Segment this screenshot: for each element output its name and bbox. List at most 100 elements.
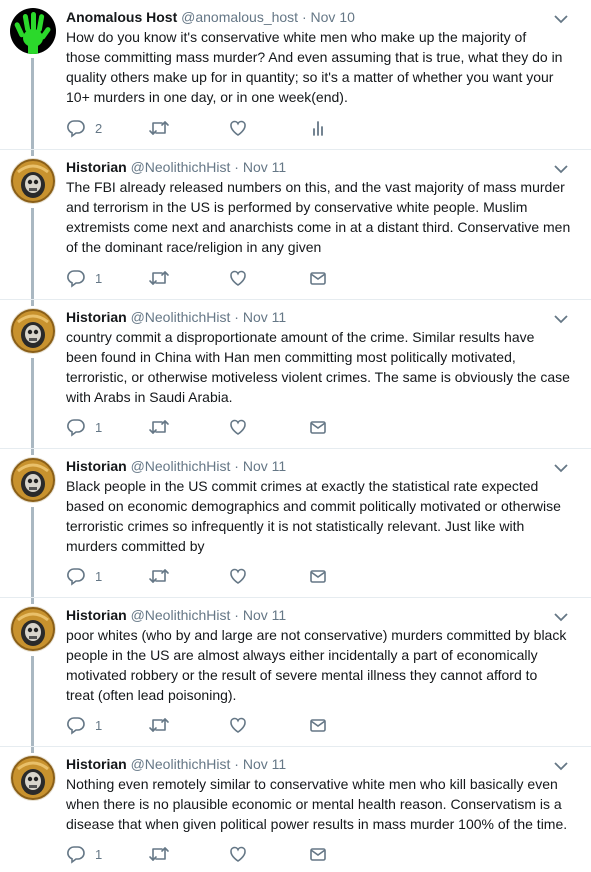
avatar[interactable]	[10, 755, 56, 801]
reply-count: 1	[95, 419, 103, 435]
analytics-button[interactable]	[308, 118, 328, 138]
user-handle[interactable]: @NeolithichHist	[131, 756, 231, 772]
thread-connector	[31, 656, 34, 747]
tweet-line: been found in China with Han men committ…	[66, 349, 516, 365]
analytics-icon	[313, 121, 323, 136]
tweet-line: those committing mass murder? And even a…	[66, 49, 563, 65]
retweet-icon	[149, 569, 169, 583]
display-name[interactable]: Historian	[66, 458, 127, 474]
retweet-button[interactable]	[148, 844, 170, 864]
retweet-button[interactable]	[148, 417, 170, 437]
tweet-date[interactable]: Nov 11	[243, 309, 286, 325]
display-name[interactable]: Anomalous Host	[66, 9, 177, 25]
avatar[interactable]	[10, 158, 56, 204]
thread-connector	[31, 58, 34, 150]
like-button[interactable]	[228, 118, 248, 138]
tweet-actions: 2	[66, 118, 366, 138]
chevron-down-icon[interactable]	[553, 14, 569, 24]
avatar[interactable]	[10, 457, 56, 503]
like-button[interactable]	[228, 566, 248, 586]
chevron-down-icon[interactable]	[553, 164, 569, 174]
reply-button[interactable]: 1	[66, 268, 102, 288]
tweet-divider	[0, 299, 591, 300]
tweet-divider	[0, 149, 591, 150]
user-handle[interactable]: @NeolithichHist	[131, 309, 231, 325]
chevron-down-icon[interactable]	[553, 463, 569, 473]
thread-connector	[31, 598, 34, 604]
display-name[interactable]: Historian	[66, 607, 127, 623]
chevron-down-icon[interactable]	[553, 314, 569, 324]
conversation-thread: Anomalous Host @anomalous_host · Nov 10 …	[0, 0, 591, 872]
reply-button[interactable]: 2	[66, 118, 102, 138]
avatar[interactable]	[10, 8, 56, 54]
like-button[interactable]	[228, 268, 248, 288]
tweet-text: country commit a disproportionate amount…	[66, 327, 576, 407]
tweet-date[interactable]: Nov 11	[243, 458, 286, 474]
tweet-text: The FBI already released numbers on this…	[66, 177, 576, 257]
astronaut-skull-avatar-icon	[10, 457, 56, 503]
tweet-header: Historian @NeolithichHist · Nov 11	[66, 308, 286, 326]
reply-button[interactable]: 1	[66, 566, 102, 586]
reply-icon	[67, 717, 85, 735]
tweet-date[interactable]: Nov 11	[243, 756, 286, 772]
direct-message-button[interactable]	[308, 844, 328, 864]
thread-connector	[31, 358, 34, 449]
tweet-actions: 1	[66, 715, 366, 735]
display-name[interactable]: Historian	[66, 756, 127, 772]
tweet-line: of the dominant race/religion in any giv…	[66, 239, 322, 255]
reply-count: 1	[95, 568, 103, 584]
reply-button[interactable]: 1	[66, 844, 102, 864]
user-handle[interactable]: @NeolithichHist	[131, 159, 231, 175]
tweet-text: How do you know it's conservative white …	[66, 27, 576, 107]
tweet[interactable]: Historian @NeolithichHist · Nov 11 count…	[0, 300, 591, 449]
tweet-date[interactable]: Nov 11	[243, 607, 286, 623]
heart-icon	[230, 270, 246, 286]
thread-connector	[31, 300, 34, 306]
tweet-text: Black people in the US commit crimes at …	[66, 476, 576, 556]
tweet-line: poor whites (who by and large are not co…	[66, 627, 567, 643]
astronaut-skull-avatar-icon	[10, 755, 56, 801]
display-name[interactable]: Historian	[66, 309, 127, 325]
display-name[interactable]: Historian	[66, 159, 127, 175]
tweet[interactable]: Historian @NeolithichHist · Nov 11 poor …	[0, 598, 591, 747]
retweet-button[interactable]	[148, 268, 170, 288]
avatar[interactable]	[10, 606, 56, 652]
green-hand-avatar-icon	[10, 8, 56, 54]
like-button[interactable]	[228, 417, 248, 437]
direct-message-button[interactable]	[308, 566, 328, 586]
chevron-down-icon[interactable]	[553, 612, 569, 622]
direct-message-button[interactable]	[308, 268, 328, 288]
tweet-line: terroristic crimes so infrequently it is…	[66, 518, 525, 534]
like-button[interactable]	[228, 715, 248, 735]
separator-dot: ·	[234, 309, 239, 325]
retweet-icon	[149, 420, 169, 434]
retweet-button[interactable]	[148, 715, 170, 735]
separator-dot: ·	[234, 159, 239, 175]
tweet-date[interactable]: Nov 10	[311, 9, 355, 25]
tweet-divider	[0, 448, 591, 449]
tweet[interactable]: Anomalous Host @anomalous_host · Nov 10 …	[0, 0, 591, 150]
user-handle[interactable]: @NeolithichHist	[131, 458, 231, 474]
direct-message-button[interactable]	[308, 417, 328, 437]
reply-button[interactable]: 1	[66, 417, 102, 437]
retweet-button[interactable]	[148, 566, 170, 586]
tweet-actions: 1	[66, 417, 366, 437]
reply-button[interactable]: 1	[66, 715, 102, 735]
direct-message-button[interactable]	[308, 715, 328, 735]
reply-count: 1	[95, 717, 103, 733]
user-handle[interactable]: @NeolithichHist	[131, 607, 231, 623]
tweet[interactable]: Historian @NeolithichHist · Nov 11 Nothi…	[0, 747, 591, 872]
retweet-icon	[149, 121, 169, 135]
tweet-line: and terrorism in the US is performed by …	[66, 199, 528, 215]
tweet-date[interactable]: Nov 11	[243, 159, 286, 175]
tweet[interactable]: Historian @NeolithichHist · Nov 11 Black…	[0, 449, 591, 598]
chevron-down-icon[interactable]	[553, 761, 569, 771]
user-handle[interactable]: @anomalous_host	[181, 9, 298, 25]
astronaut-skull-avatar-icon	[10, 308, 56, 354]
avatar[interactable]	[10, 308, 56, 354]
retweet-icon	[149, 271, 169, 285]
tweet[interactable]: Historian @NeolithichHist · Nov 11 The F…	[0, 150, 591, 300]
retweet-button[interactable]	[148, 118, 170, 138]
like-button[interactable]	[228, 844, 248, 864]
separator-dot: ·	[234, 756, 239, 772]
